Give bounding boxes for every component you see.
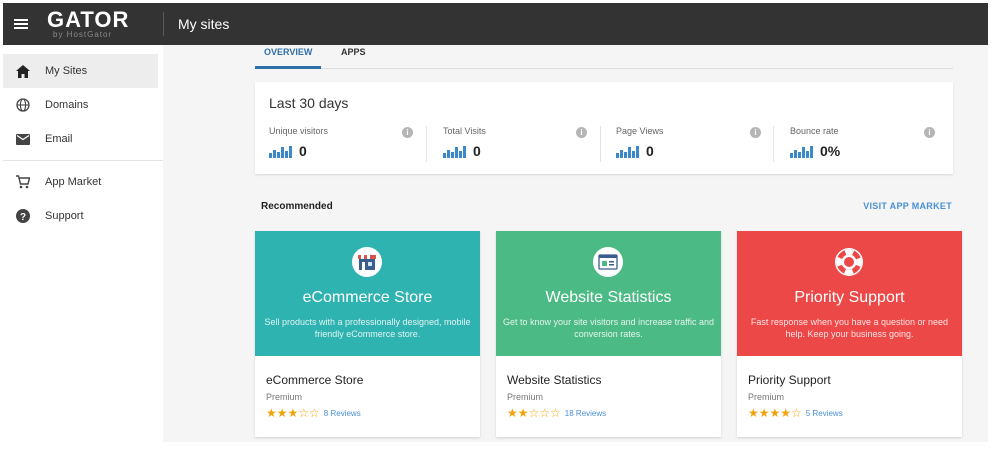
tab-bar: OVERVIEW APPS: [255, 45, 953, 69]
app-card-website-statistics[interactable]: Website Statistics Get to know your site…: [496, 231, 721, 437]
app-name: Priority Support: [748, 373, 831, 387]
stat-total-visits: Total Visits i 0: [443, 126, 603, 166]
sidebar-item-label: App Market: [45, 176, 102, 188]
stat-label: Unique visitors: [269, 126, 329, 136]
stat-divider: [773, 126, 774, 162]
sidebar-item-email[interactable]: Email: [3, 122, 163, 156]
lifebuoy-icon: [834, 247, 864, 277]
main-content: OVERVIEW APPS Last 30 days Unique visito…: [163, 45, 988, 442]
stat-value: 0: [646, 143, 654, 159]
stat-value: 0: [299, 143, 307, 159]
sidebar-item-domains[interactable]: Domains: [3, 88, 163, 122]
stat-divider: [426, 126, 427, 162]
app-tier: Premium: [507, 392, 544, 402]
logo-subtext: by HostGator: [53, 29, 113, 39]
reviews-link[interactable]: 18 Reviews: [565, 409, 606, 418]
cart-icon: [15, 174, 31, 190]
home-icon: [15, 63, 31, 79]
stat-value-row: 0: [616, 144, 654, 158]
sidebar-item-label: My Sites: [45, 65, 88, 77]
reviews-link[interactable]: 5 Reviews: [806, 409, 843, 418]
sidebar-item-label: Support: [45, 210, 84, 222]
top-bar: GATOR by HostGator My sites: [3, 3, 988, 45]
active-tab-indicator: [255, 66, 321, 69]
app-name: eCommerce Store: [266, 373, 364, 387]
bar-chart-icon: [269, 146, 293, 158]
app-banner: Priority Support Fast response when you …: [737, 231, 962, 356]
stat-value: 0%: [820, 143, 841, 159]
app-card-priority-support[interactable]: Priority Support Fast response when you …: [737, 231, 962, 437]
app-rating: ★★★★☆ 5 Reviews: [748, 406, 843, 420]
sidebar-item-app-market[interactable]: App Market: [3, 165, 163, 199]
statistics-icon: [593, 247, 623, 277]
app-name: Website Statistics: [507, 373, 602, 387]
app-banner: Website Statistics Get to know your site…: [496, 231, 721, 356]
app-banner-title: Website Statistics: [545, 289, 672, 306]
email-icon: [15, 131, 31, 147]
stat-label: Page Views: [616, 126, 664, 136]
tab-apps[interactable]: APPS: [341, 47, 366, 57]
header-divider: [163, 12, 164, 36]
sidebar-item-support[interactable]: ? Support: [3, 199, 163, 233]
app-tier: Premium: [748, 392, 785, 402]
info-icon[interactable]: i: [924, 127, 935, 138]
page-title: My sites: [178, 16, 230, 32]
globe-icon: [15, 97, 31, 113]
tab-label: OVERVIEW: [264, 47, 313, 57]
stat-divider: [600, 126, 601, 162]
stats-title: Last 30 days: [269, 95, 349, 111]
stats-card: Last 30 days Unique visitors i 0 Total V…: [255, 82, 953, 174]
sidebar-item-my-sites[interactable]: My Sites: [3, 54, 158, 88]
app-banner-description: Fast response when you have a question o…: [750, 317, 949, 339]
sidebar-item-label: Email: [45, 133, 73, 145]
reviews-link[interactable]: 8 Reviews: [324, 409, 361, 418]
stat-value-row: 0: [443, 144, 481, 158]
recommended-heading: Recommended: [261, 201, 333, 212]
bar-chart-icon: [790, 146, 814, 158]
tab-label: APPS: [341, 47, 366, 57]
stat-value-row: 0: [269, 144, 307, 158]
stat-value: 0: [473, 143, 481, 159]
sidebar-item-label: Domains: [45, 99, 89, 111]
app-tier: Premium: [266, 392, 303, 402]
gator-logo[interactable]: GATOR by HostGator: [39, 3, 163, 45]
visit-app-market-link[interactable]: VISIT APP MARKET: [863, 201, 952, 211]
star-rating: ★★☆☆☆: [507, 406, 561, 420]
app-banner-description: Get to know your site visitors and incre…: [503, 317, 714, 339]
stat-label: Total Visits: [443, 126, 486, 136]
svg-text:?: ?: [20, 212, 26, 223]
star-rating: ★★★☆☆: [266, 406, 320, 420]
app-card-ecommerce[interactable]: eCommerce Store Sell products with a pro…: [255, 231, 480, 437]
logo-text: GATOR: [47, 6, 130, 32]
stat-value-row: 0%: [790, 144, 840, 158]
storefront-icon: [352, 247, 382, 277]
app-rating: ★★★☆☆ 8 Reviews: [266, 406, 361, 420]
info-icon[interactable]: i: [402, 127, 413, 138]
menu-icon[interactable]: [3, 3, 39, 45]
sidebar-divider: [3, 160, 163, 161]
help-icon: ?: [15, 208, 31, 224]
app-banner-title: eCommerce Store: [302, 289, 433, 306]
tab-overview[interactable]: OVERVIEW: [264, 47, 312, 57]
star-rating: ★★★★☆: [748, 406, 802, 420]
app-rating: ★★☆☆☆ 18 Reviews: [507, 406, 606, 420]
stat-page-views: Page Views i 0: [616, 126, 776, 166]
info-icon[interactable]: i: [750, 127, 761, 138]
stat-label: Bounce rate: [790, 126, 839, 136]
bar-chart-icon: [443, 146, 467, 158]
app-banner-title: Priority Support: [794, 289, 905, 306]
stat-bounce-rate: Bounce rate i 0%: [790, 126, 950, 166]
sidebar: My Sites Domains Email App Market ? Supp…: [3, 45, 163, 442]
stat-unique-visitors: Unique visitors i 0: [269, 126, 429, 166]
bar-chart-icon: [616, 146, 640, 158]
app-banner-description: Sell products with a professionally desi…: [264, 317, 471, 339]
info-icon[interactable]: i: [576, 127, 587, 138]
app-banner: eCommerce Store Sell products with a pro…: [255, 231, 480, 356]
